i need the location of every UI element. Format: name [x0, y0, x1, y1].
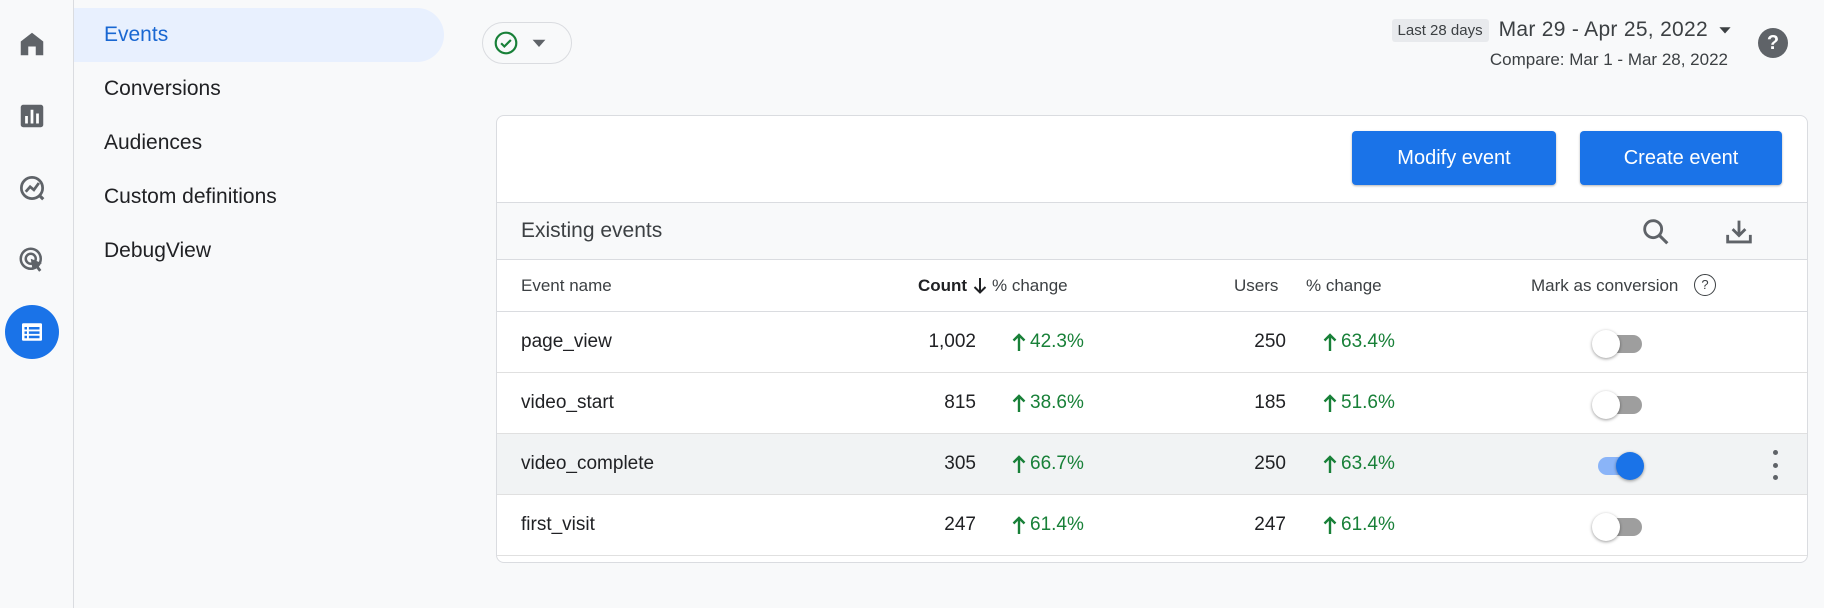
configure-icon[interactable] [5, 305, 59, 359]
col-users[interactable]: Users [1234, 276, 1278, 296]
event-count: 1,002 [928, 331, 976, 352]
subnav-item-debugview[interactable]: DebugView [74, 224, 444, 278]
arrow-up-icon [1323, 394, 1337, 412]
event-users: 250 [1254, 453, 1286, 474]
event-name[interactable]: page_view [521, 331, 612, 353]
event-users: 247 [1254, 514, 1286, 535]
table-row[interactable]: first_visit 247 61.4% 247 61.4% [497, 495, 1807, 556]
count-change-value: 38.6% [1030, 392, 1084, 413]
modify-event-label: Modify event [1397, 146, 1511, 169]
conversion-toggle[interactable] [1592, 330, 1644, 358]
count-change-value: 42.3% [1030, 331, 1084, 352]
subnav-item-events[interactable]: Events [74, 8, 444, 62]
subnav-item-conversions[interactable]: Conversions [74, 62, 444, 116]
date-range-picker[interactable]: Last 28 days Mar 29 - Apr 25, 2022 Compa… [1391, 18, 1732, 70]
arrow-up-icon [1012, 455, 1026, 473]
events-card: Modify event Create event Existing event… [496, 115, 1808, 563]
users-change: 61.4% [1323, 514, 1395, 536]
subnav-item-label: Custom definitions [104, 185, 277, 208]
arrow-up-icon [1012, 516, 1026, 534]
arrow-up-icon [1323, 455, 1337, 473]
event-count: 305 [944, 453, 976, 474]
count-change: 38.6% [1012, 392, 1084, 414]
count-change-value: 61.4% [1030, 514, 1084, 535]
table-row[interactable]: video_complete 305 66.7% 250 63.4% [497, 434, 1807, 495]
create-event-button[interactable]: Create event [1580, 131, 1782, 185]
event-name[interactable]: first_visit [521, 514, 595, 536]
modify-event-button[interactable]: Modify event [1352, 131, 1556, 185]
reports-icon[interactable] [5, 89, 59, 143]
date-preset-badge: Last 28 days [1391, 18, 1489, 42]
subnav-item-label: Conversions [104, 77, 221, 100]
more-vert-icon[interactable] [1765, 450, 1785, 480]
col-count[interactable]: Count [918, 276, 967, 296]
card-header: Existing events [497, 202, 1807, 260]
table-row[interactable]: video_start 815 38.6% 185 51.6% [497, 373, 1807, 434]
event-count: 815 [944, 392, 976, 413]
home-icon[interactable] [5, 17, 59, 71]
event-count: 247 [944, 514, 976, 535]
create-event-label: Create event [1623, 146, 1739, 169]
event-name[interactable]: video_complete [521, 453, 654, 475]
count-change: 42.3% [1012, 331, 1084, 353]
users-change-value: 51.6% [1341, 392, 1395, 413]
users-change-value: 61.4% [1341, 514, 1395, 535]
arrow-up-icon [1012, 333, 1026, 351]
users-change: 63.4% [1323, 331, 1395, 353]
explore-icon[interactable] [5, 161, 59, 215]
users-change: 51.6% [1323, 392, 1395, 414]
arrow-up-icon [1012, 394, 1026, 412]
count-change: 61.4% [1012, 514, 1084, 536]
arrow-up-icon [1323, 516, 1337, 534]
search-icon[interactable] [1639, 215, 1673, 249]
date-range-label: Mar 29 - Apr 25, 2022 [1498, 18, 1708, 41]
download-icon[interactable] [1722, 215, 1756, 249]
conversion-toggle[interactable] [1592, 391, 1644, 419]
compare-range-label: Compare: Mar 1 - Mar 28, 2022 [1489, 50, 1728, 69]
caret-down-icon [1719, 27, 1731, 34]
sort-down-icon[interactable] [972, 277, 988, 295]
table-row[interactable]: page_view 1,002 42.3% 250 63.4% [497, 312, 1807, 373]
card-title: Existing events [521, 219, 663, 242]
count-change-value: 66.7% [1030, 453, 1084, 474]
users-change: 63.4% [1323, 453, 1395, 475]
secondary-nav: Events Conversions Audiences Custom defi… [74, 0, 444, 608]
event-users: 250 [1254, 331, 1286, 352]
data-status-dropdown[interactable] [482, 22, 572, 64]
col-event-name[interactable]: Event name [521, 276, 612, 296]
conversion-toggle[interactable] [1592, 513, 1644, 541]
icon-rail [0, 0, 74, 608]
check-circle-icon [494, 31, 518, 55]
count-change: 66.7% [1012, 453, 1084, 475]
event-name[interactable]: video_start [521, 392, 614, 414]
col-mark-conversion: Mark as conversion [1531, 276, 1679, 295]
column-headers: Event name Count % change Users % change… [497, 260, 1807, 312]
col-count-change[interactable]: % change [992, 276, 1068, 296]
help-glyph: ? [1766, 31, 1780, 54]
subnav-item-label: Events [104, 23, 169, 46]
arrow-up-icon [1323, 333, 1337, 351]
caret-down-icon [532, 39, 546, 47]
help-icon[interactable]: ? [1694, 274, 1716, 296]
subnav-item-label: DebugView [104, 239, 212, 262]
users-change-value: 63.4% [1341, 331, 1395, 352]
col-users-change[interactable]: % change [1306, 276, 1382, 296]
event-users: 185 [1254, 392, 1286, 413]
help-icon[interactable]: ? [1758, 28, 1788, 58]
conversion-toggle[interactable] [1592, 452, 1644, 480]
subnav-item-label: Audiences [104, 131, 203, 154]
advertising-icon[interactable] [5, 233, 59, 287]
card-actions: Modify event Create event [497, 116, 1807, 202]
users-change-value: 63.4% [1341, 453, 1395, 474]
subnav-item-audiences[interactable]: Audiences [74, 116, 444, 170]
subnav-item-custom-definitions[interactable]: Custom definitions [74, 170, 444, 224]
